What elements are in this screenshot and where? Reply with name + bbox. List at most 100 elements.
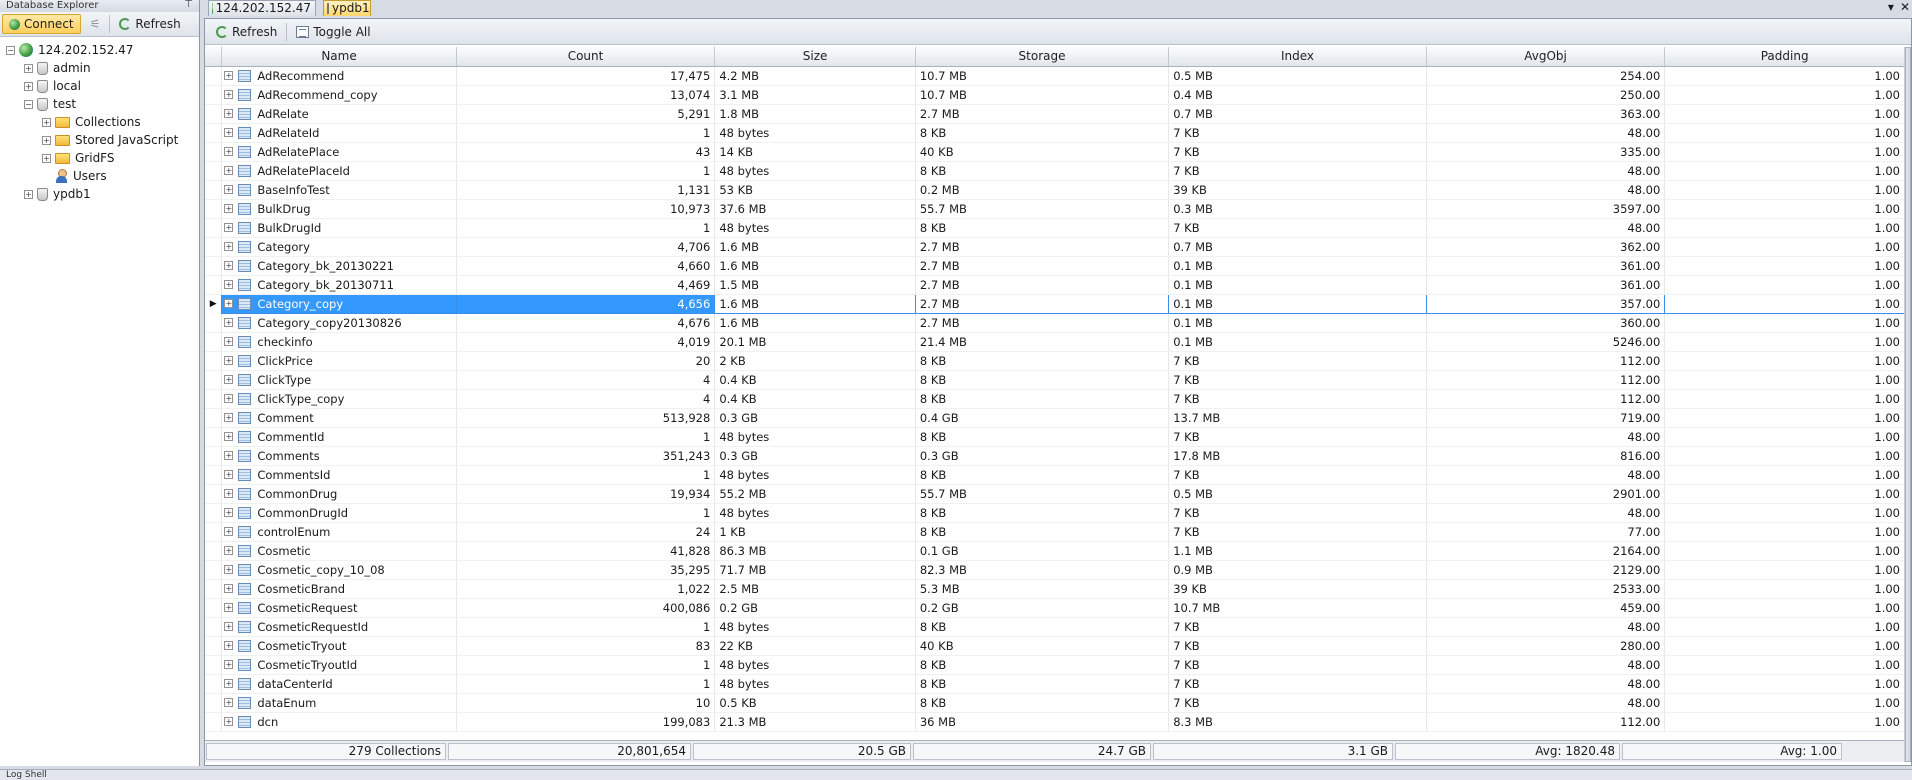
- cell-index[interactable]: 0.1 MB: [1168, 293, 1427, 314]
- cell-storage[interactable]: 8 KB: [915, 693, 1170, 713]
- cell-storage[interactable]: 21.4 MB: [915, 332, 1170, 352]
- cell-storage[interactable]: 8 KB: [915, 465, 1170, 485]
- cell-name[interactable]: + Category_bk_20130711: [221, 275, 457, 295]
- cell-avgobj[interactable]: 360.00: [1426, 313, 1666, 333]
- cell-storage[interactable]: 10.7 MB: [915, 85, 1170, 105]
- cell-name[interactable]: + AdRelate: [221, 104, 457, 124]
- cell-storage[interactable]: 8 KB: [915, 370, 1170, 390]
- cell-storage[interactable]: 0.4 GB: [915, 408, 1170, 428]
- cell-avgobj[interactable]: 48.00: [1426, 218, 1666, 238]
- cell-index[interactable]: 0.1 MB: [1168, 275, 1427, 295]
- cell-count[interactable]: 1: [456, 674, 716, 694]
- cell-padding[interactable]: 1.00: [1664, 199, 1905, 219]
- cell-storage[interactable]: 2.7 MB: [915, 104, 1170, 124]
- cell-index[interactable]: 39 KB: [1168, 579, 1427, 599]
- cell-avgobj[interactable]: 2164.00: [1426, 541, 1666, 561]
- expand-icon[interactable]: +: [24, 63, 33, 73]
- cell-size[interactable]: 1.5 MB: [714, 275, 916, 295]
- table-row[interactable]: + Category_copy20130826 4,676 1.6 MB 2.7 MB 0…: [205, 313, 1905, 333]
- table-row[interactable]: + Category_bk_20130711 4,469 1.5 MB 2.7 MB 0.…: [205, 275, 1905, 295]
- cell-padding[interactable]: 1.00: [1664, 522, 1905, 542]
- expand-icon[interactable]: +: [224, 660, 234, 669]
- table-row[interactable]: + ClickType_copy 4 0.4 KB 8 KB 7 KB 112.00 1.00: [205, 389, 1905, 409]
- expand-icon[interactable]: +: [42, 153, 51, 163]
- cell-index[interactable]: 1.1 MB: [1168, 541, 1427, 561]
- cell-padding[interactable]: 1.00: [1664, 66, 1905, 86]
- expand-icon[interactable]: +: [224, 147, 234, 156]
- cell-storage[interactable]: 8 KB: [915, 674, 1170, 694]
- cell-avgobj[interactable]: 48.00: [1426, 693, 1666, 713]
- cell-avgobj[interactable]: 112.00: [1426, 370, 1666, 390]
- cell-name[interactable]: + Comments: [221, 446, 457, 466]
- table-row[interactable]: + AdRelateId 1 48 bytes 8 KB 7 KB 48.00 1.00: [205, 123, 1905, 143]
- cell-storage[interactable]: 8 KB: [915, 123, 1170, 143]
- cell-size[interactable]: 48 bytes: [714, 617, 916, 637]
- pin-icon[interactable]: ⊤: [184, 0, 193, 10]
- expand-icon[interactable]: +: [224, 166, 234, 175]
- cell-padding[interactable]: 1.00: [1664, 636, 1905, 656]
- connect-button[interactable]: Connect: [2, 14, 81, 34]
- expand-icon[interactable]: +: [224, 375, 234, 384]
- cell-name[interactable]: + Category_copy: [221, 293, 457, 314]
- cell-padding[interactable]: 1.00: [1664, 218, 1905, 238]
- cell-padding[interactable]: 1.00: [1664, 256, 1905, 276]
- cell-storage[interactable]: 8 KB: [915, 218, 1170, 238]
- cell-name[interactable]: + CommonDrug: [221, 484, 457, 504]
- tab-server[interactable]: 124.202.152.47: [208, 0, 316, 16]
- expand-icon[interactable]: +: [224, 318, 234, 327]
- cell-padding[interactable]: 1.00: [1664, 674, 1905, 694]
- expand-icon[interactable]: +: [224, 394, 234, 403]
- column-header-size[interactable]: Size: [714, 47, 916, 67]
- expand-icon[interactable]: +: [224, 413, 234, 422]
- cell-avgobj[interactable]: 48.00: [1426, 674, 1666, 694]
- cell-avgobj[interactable]: 77.00: [1426, 522, 1666, 542]
- cell-storage[interactable]: 55.7 MB: [915, 199, 1170, 219]
- cell-padding[interactable]: 1.00: [1664, 617, 1905, 637]
- cell-storage[interactable]: 55.7 MB: [915, 484, 1170, 504]
- cell-count[interactable]: 20: [456, 351, 716, 371]
- cell-name[interactable]: + BulkDrug: [221, 199, 457, 219]
- cell-padding[interactable]: 1.00: [1664, 85, 1905, 105]
- cell-index[interactable]: 7 KB: [1168, 674, 1427, 694]
- expand-icon[interactable]: +: [224, 242, 234, 251]
- tab-ypdb1[interactable]: ypdb1: [323, 0, 371, 16]
- cell-name[interactable]: + CommentId: [221, 427, 457, 447]
- cell-size[interactable]: 2.5 MB: [714, 579, 916, 599]
- expand-icon[interactable]: +: [224, 470, 234, 479]
- cell-index[interactable]: 0.4 MB: [1168, 85, 1427, 105]
- cell-count[interactable]: 4: [456, 389, 716, 409]
- cell-storage[interactable]: 8 KB: [915, 427, 1170, 447]
- cell-padding[interactable]: 1.00: [1664, 104, 1905, 124]
- table-row[interactable]: + Category 4,706 1.6 MB 2.7 MB 0.7 MB 362.00 1.…: [205, 237, 1905, 257]
- column-header-avgobj[interactable]: AvgObj: [1426, 47, 1666, 67]
- cell-count[interactable]: 5,291: [456, 104, 716, 124]
- table-row[interactable]: + CosmeticTryoutId 1 48 bytes 8 KB 7 KB 48.00 1…: [205, 655, 1905, 675]
- expand-icon[interactable]: +: [42, 135, 51, 145]
- cell-storage[interactable]: 36 MB: [915, 712, 1170, 732]
- cell-padding[interactable]: 1.00: [1664, 560, 1905, 580]
- cell-count[interactable]: 83: [456, 636, 716, 656]
- cell-padding[interactable]: 1.00: [1664, 503, 1905, 523]
- cell-padding[interactable]: 1.00: [1664, 427, 1905, 447]
- cell-name[interactable]: + Cosmetic_copy_10_08: [221, 560, 457, 580]
- cell-storage[interactable]: 8 KB: [915, 503, 1170, 523]
- cell-name[interactable]: + Comment: [221, 408, 457, 428]
- cell-count[interactable]: 19,934: [456, 484, 716, 504]
- cell-padding[interactable]: 1.00: [1664, 370, 1905, 390]
- cell-count[interactable]: 41,828: [456, 541, 716, 561]
- cell-padding[interactable]: 1.00: [1664, 332, 1905, 352]
- cell-avgobj[interactable]: 48.00: [1426, 161, 1666, 181]
- cell-index[interactable]: 7 KB: [1168, 161, 1427, 181]
- cell-avgobj[interactable]: 48.00: [1426, 465, 1666, 485]
- cell-storage[interactable]: 10.7 MB: [915, 66, 1170, 86]
- cell-name[interactable]: + Category_bk_20130221: [221, 256, 457, 276]
- expand-icon[interactable]: +: [224, 71, 234, 80]
- cell-size[interactable]: 3.1 MB: [714, 85, 916, 105]
- cell-avgobj[interactable]: 280.00: [1426, 636, 1666, 656]
- expand-icon[interactable]: +: [224, 527, 234, 536]
- expand-icon[interactable]: +: [224, 280, 234, 289]
- tree-node-local[interactable]: + local: [6, 77, 199, 95]
- cell-size[interactable]: 48 bytes: [714, 674, 916, 694]
- table-row[interactable]: + AdRelatePlace 43 14 KB 40 KB 7 KB 335.00 1.00: [205, 142, 1905, 162]
- cell-name[interactable]: + CosmeticTryoutId: [221, 655, 457, 675]
